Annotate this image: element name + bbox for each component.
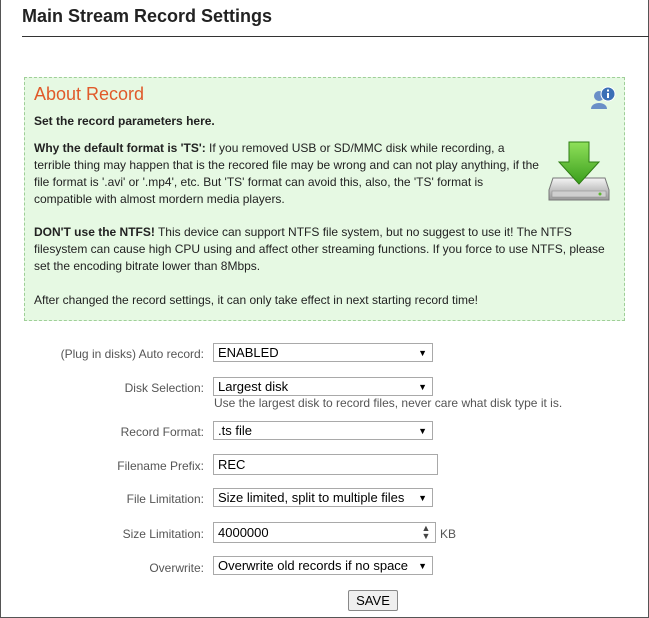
about-ts-paragraph: Why the default format is 'TS': If you r… — [34, 140, 542, 208]
auto-record-label: (Plug in disks) Auto record: — [60, 347, 204, 361]
about-ntfs-heading: DON'T use the NTFS! — [34, 225, 155, 239]
about-after-note: After changed the record settings, it ca… — [34, 293, 479, 307]
disk-selection-label: Disk Selection: — [124, 381, 204, 395]
chevron-down-icon: ▼ — [418, 561, 427, 571]
auto-record-value: ENABLED — [218, 345, 279, 360]
title-divider — [22, 36, 649, 37]
file-limitation-value: Size limited, split to multiple files — [218, 490, 405, 505]
spinner-arrows-icon[interactable]: ▲ ▼ — [418, 524, 434, 541]
chevron-down-icon: ▼ — [418, 493, 427, 503]
filename-prefix-input[interactable]: REC — [213, 454, 438, 475]
file-limitation-label: File Limitation: — [126, 492, 204, 506]
chevron-down-icon: ▼ — [418, 348, 427, 358]
about-heading: About Record — [34, 84, 145, 104]
disk-selection-hint: Use the largest disk to record files, ne… — [214, 396, 563, 410]
record-format-select[interactable]: .ts file ▼ — [213, 421, 433, 440]
chevron-down-icon: ▼ — [418, 426, 427, 436]
about-ntfs-paragraph: DON'T use the NTFS! This device can supp… — [34, 224, 614, 275]
disk-selection-select[interactable]: Largest disk ▼ — [213, 377, 433, 396]
save-button[interactable]: SAVE — [348, 590, 398, 611]
size-limitation-label: Size Limitation: — [122, 527, 204, 541]
about-record-panel: About Record Set the record parameters h… — [24, 77, 625, 321]
auto-record-select[interactable]: ENABLED ▼ — [213, 343, 433, 362]
about-intro: Set the record parameters here. — [34, 114, 215, 128]
record-format-label: Record Format: — [120, 425, 204, 439]
page-title: Main Stream Record Settings — [22, 6, 273, 26]
filename-prefix-label: Filename Prefix: — [117, 459, 204, 473]
disk-selection-value: Largest disk — [218, 379, 289, 394]
download-disk-icon — [548, 141, 610, 201]
size-limitation-value: 4000000 — [218, 525, 269, 540]
record-format-value: .ts file — [218, 423, 252, 438]
size-limitation-unit: KB — [440, 527, 457, 541]
file-limitation-select[interactable]: Size limited, split to multiple files ▼ — [213, 488, 433, 507]
about-ts-heading: Why the default format is 'TS': — [34, 141, 206, 155]
overwrite-value: Overwrite old records if no space — [218, 558, 409, 573]
help-info-icon[interactable] — [590, 86, 616, 110]
size-limitation-input[interactable]: 4000000 ▲ ▼ — [213, 522, 436, 543]
chevron-down-icon: ▼ — [418, 382, 427, 392]
overwrite-label: Overwrite: — [149, 561, 204, 575]
overwrite-select[interactable]: Overwrite old records if no space ▼ — [213, 556, 433, 575]
